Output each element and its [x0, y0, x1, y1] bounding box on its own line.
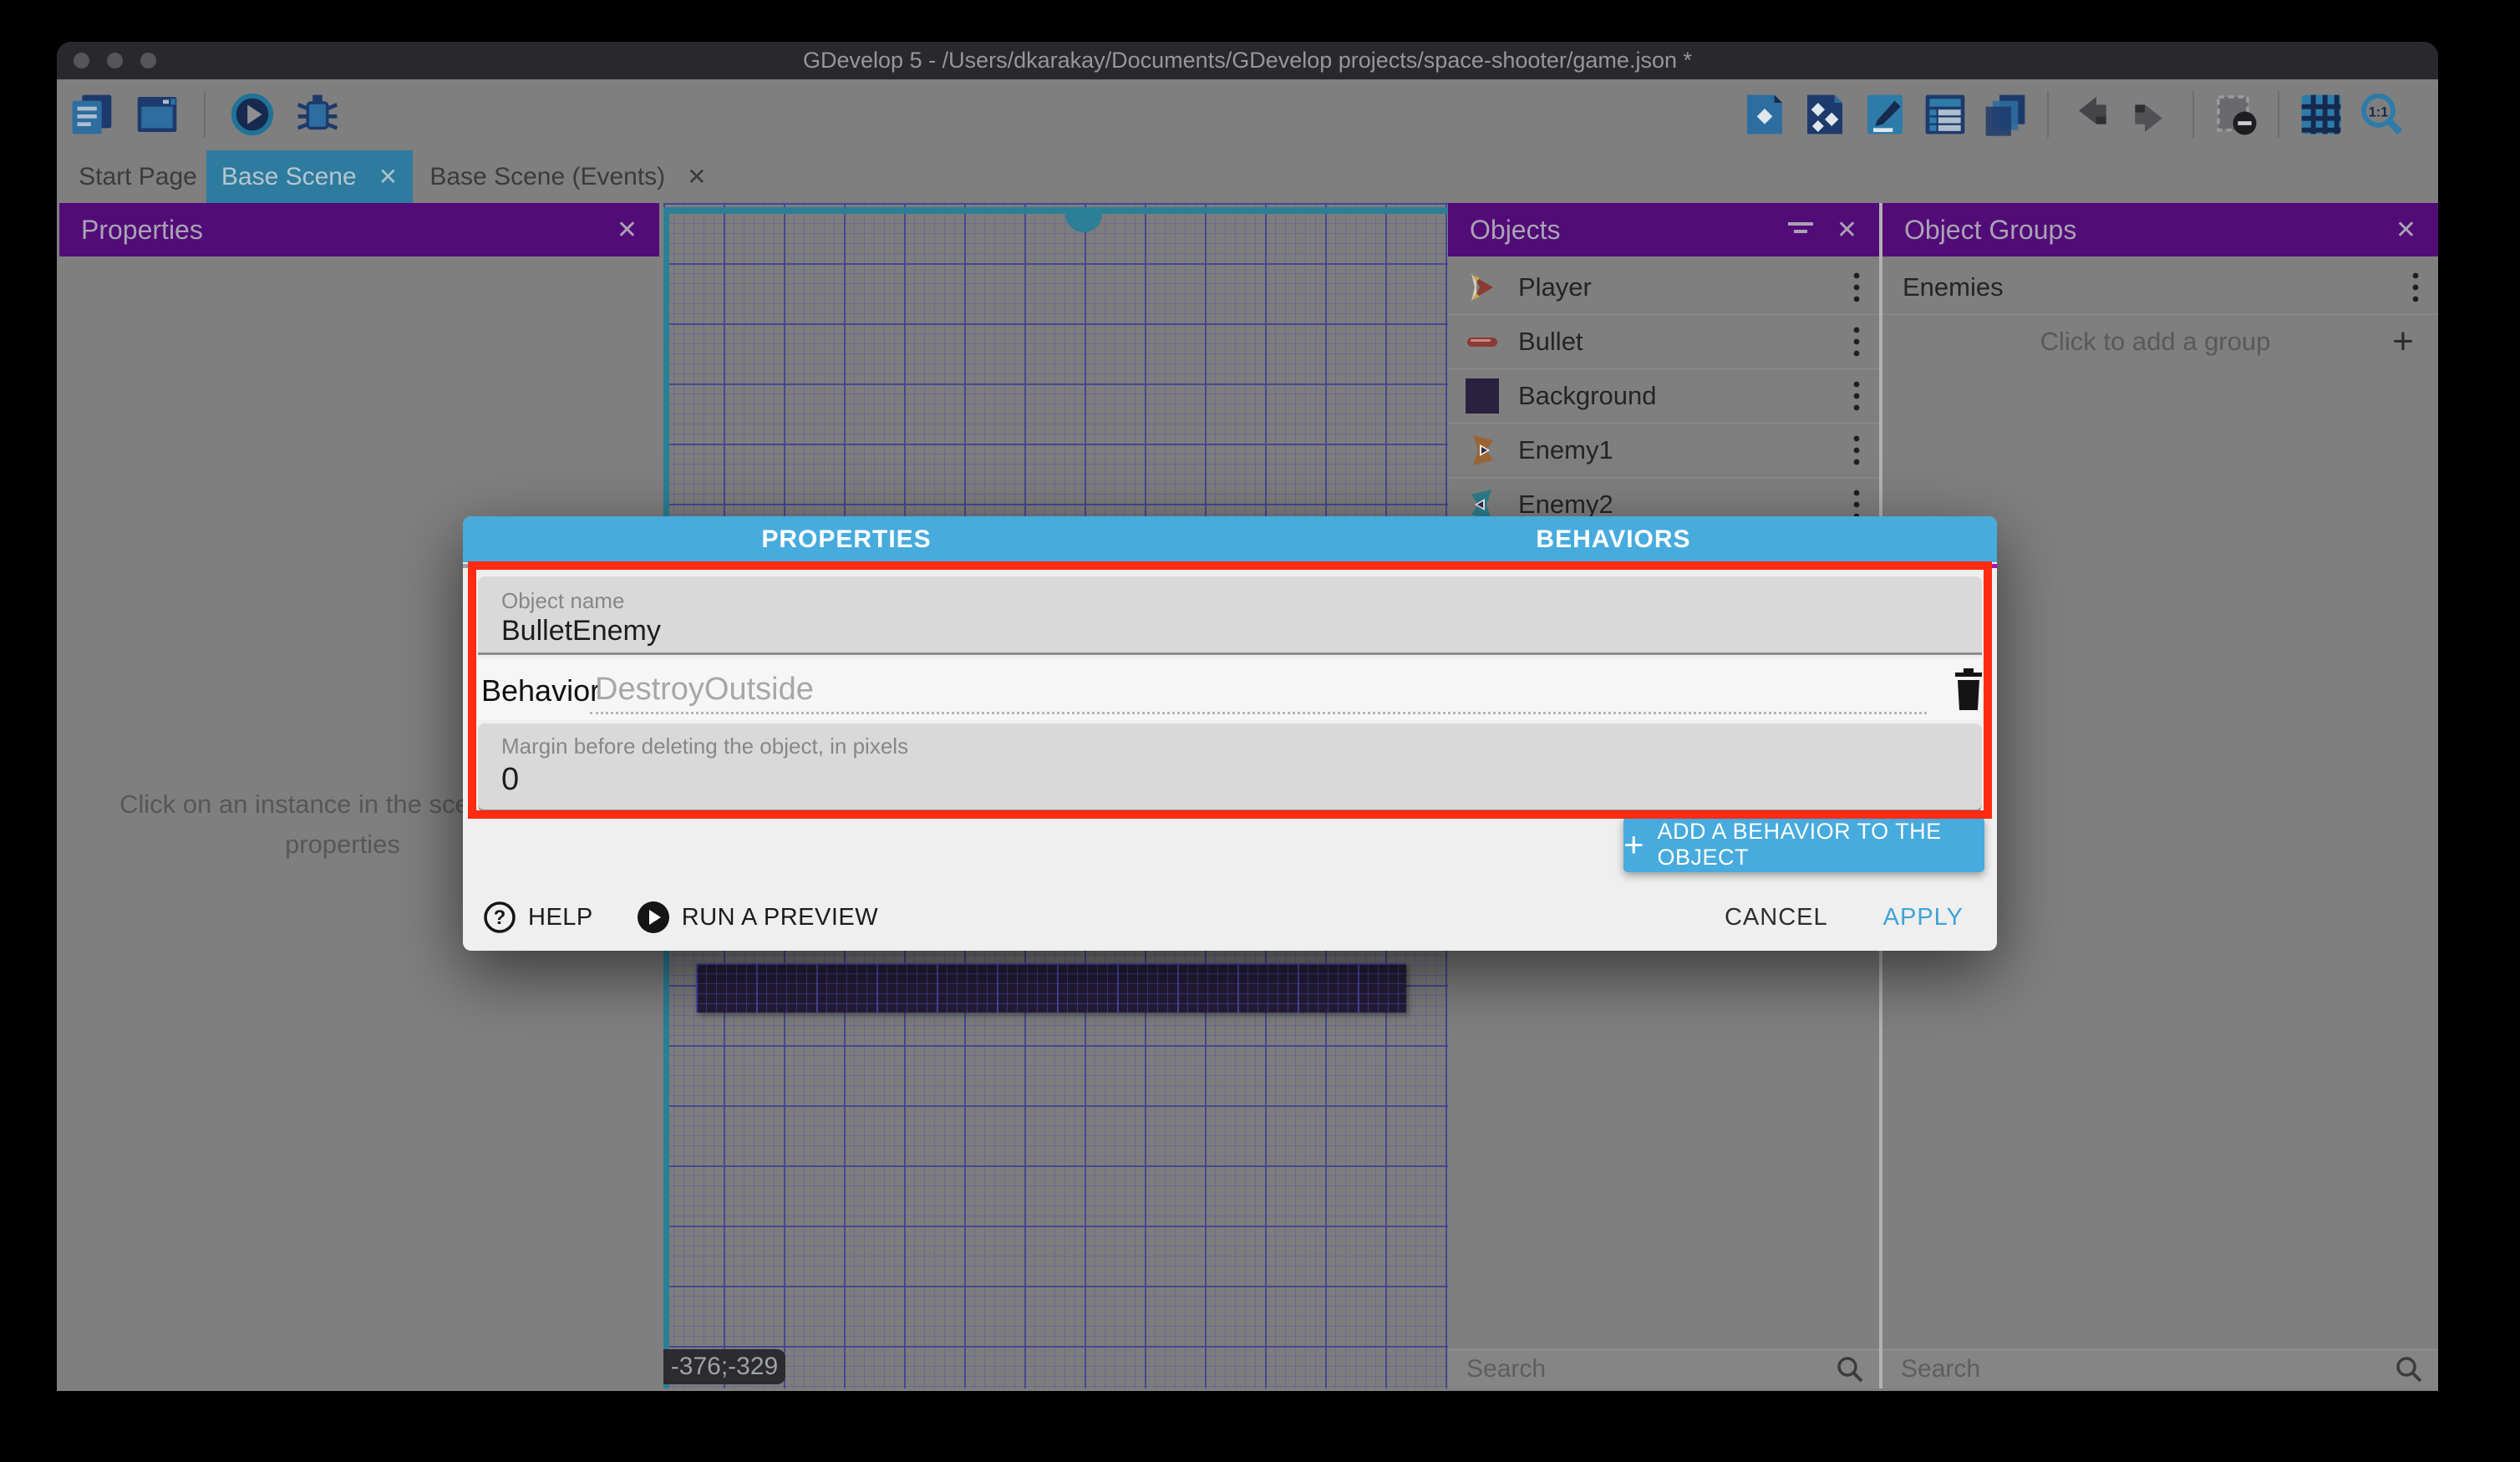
margin-field[interactable]: Margin before deleting the object, in pi… [478, 723, 1982, 812]
behavior-row: Behavior DestroyOutside [478, 658, 1982, 720]
objects-search-input[interactable] [1465, 1354, 1836, 1384]
toolbar-separator [2278, 91, 2279, 138]
dialog-actions: ? HELP RUN A PREVIEW CANCEL APPLY [483, 896, 1964, 938]
dialog-tab-bar: PROPERTIES BEHAVIORS [463, 516, 1997, 562]
empty-properties-message: Click on an instance in the scene [119, 789, 498, 820]
debug-icon[interactable] [294, 91, 341, 138]
object-editor-dialog: PROPERTIES BEHAVIORS Object name Behavio… [463, 516, 1997, 951]
close-icon[interactable]: ✕ [2396, 216, 2416, 245]
search-icon [2395, 1355, 2423, 1383]
group-menu-icon[interactable] [2411, 271, 2420, 304]
dialog-tab-properties[interactable]: PROPERTIES [463, 516, 1230, 562]
object-name-label: Object name [501, 588, 624, 614]
add-behavior-button[interactable]: + ADD A BEHAVIOR TO THE OBJECT [1623, 817, 1984, 872]
filter-icon[interactable] [1786, 217, 1815, 242]
toggle-mask-icon[interactable] [2213, 91, 2259, 138]
tab-indicator-inactive [463, 564, 1230, 568]
object-row-background[interactable]: Background [1448, 368, 1879, 424]
dialog-tab-behaviors[interactable]: BEHAVIORS [1230, 516, 1997, 562]
empty-properties-message: properties [285, 830, 400, 860]
panel-title: Objects [1470, 215, 1786, 246]
margin-input[interactable] [501, 762, 1922, 798]
tab-base-scene-events[interactable]: Base Scene (Events) ✕ [418, 150, 719, 203]
object-menu-icon[interactable] [1852, 434, 1861, 467]
bullet-object-icon [1463, 322, 1501, 361]
scene-window-handle[interactable] [1065, 214, 1102, 232]
groups-search-bar [1882, 1349, 2438, 1388]
panel-title: Properties [81, 215, 617, 246]
search-icon [1836, 1355, 1864, 1383]
zoom-reset-icon[interactable]: 1:1 [2358, 91, 2405, 138]
objects-panel-header: Objects ✕ [1448, 203, 1879, 256]
zoom-window-button[interactable] [140, 53, 156, 69]
behavior-name-value[interactable]: DestroyOutside [595, 672, 814, 708]
objects-search-bar [1448, 1349, 1879, 1388]
delete-behavior-icon[interactable] [1950, 667, 1987, 712]
object-row-enemy1[interactable]: Enemy1 [1448, 423, 1879, 478]
panel-title: Object Groups [1904, 215, 2396, 246]
toolbar-separator [2192, 91, 2194, 138]
behavior-label: Behavior [481, 673, 600, 708]
edit-objects-icon[interactable] [1741, 91, 1788, 138]
group-row-enemies[interactable]: Enemies [1882, 260, 2438, 315]
close-icon[interactable]: ✕ [617, 216, 638, 245]
edit-scene-properties-icon[interactable] [1862, 91, 1908, 138]
object-menu-icon[interactable] [1852, 325, 1861, 358]
minimize-window-button[interactable] [107, 53, 123, 69]
object-menu-icon[interactable] [1852, 271, 1861, 304]
player-object-icon [1463, 268, 1501, 307]
tab-base-scene[interactable]: Base Scene ✕ [206, 150, 413, 203]
margin-label: Margin before deleting the object, in pi… [501, 734, 908, 759]
properties-panel-header: Properties ✕ [59, 203, 659, 256]
edit-object-groups-icon[interactable] [1801, 91, 1848, 138]
close-icon[interactable]: ✕ [1837, 216, 1857, 245]
redo-icon[interactable] [2127, 91, 2174, 138]
close-tab-icon[interactable]: ✕ [687, 163, 706, 190]
open-events-icon[interactable] [1922, 91, 1969, 138]
apply-button[interactable]: APPLY [1883, 904, 1964, 932]
instances-list-icon[interactable] [1982, 91, 2029, 138]
main-toolbar: 1:1 [57, 79, 2438, 150]
object-row-bullet[interactable]: Bullet [1448, 314, 1879, 369]
toggle-grid-icon[interactable] [2298, 91, 2345, 138]
groups-search-input[interactable] [1899, 1354, 2395, 1384]
play-icon [637, 901, 670, 934]
object-row-player[interactable]: Player [1448, 260, 1879, 315]
close-tab-icon[interactable]: ✕ [379, 163, 398, 190]
help-icon: ? [483, 901, 516, 934]
background-object-instance[interactable] [696, 963, 1406, 1013]
close-window-button[interactable] [74, 53, 89, 69]
enemy1-object-icon [1463, 431, 1501, 470]
start-page-icon[interactable] [134, 91, 180, 138]
object-name-field[interactable]: Object name [478, 576, 1982, 655]
tab-start-page[interactable]: Start Page [75, 150, 201, 203]
run-preview-button[interactable]: RUN A PREVIEW [637, 901, 878, 934]
object-menu-icon[interactable] [1852, 379, 1861, 413]
object-groups-panel-header: Object Groups ✕ [1882, 203, 2438, 256]
undo-icon[interactable] [2067, 91, 2114, 138]
titlebar: GDevelop 5 - /Users/dkarakay/Documents/G… [57, 42, 2438, 79]
background-object-icon [1463, 377, 1501, 415]
object-name-input[interactable] [501, 615, 1922, 647]
cursor-coordinates-badge: -376;-329 [663, 1349, 785, 1384]
toolbar-separator [2047, 91, 2049, 138]
editor-tabs: Start Page Base Scene ✕ Base Scene (Even… [57, 150, 2438, 203]
behavior-underline [590, 712, 1927, 714]
add-group-icon[interactable]: + [2378, 321, 2428, 363]
svg-text:1:1: 1:1 [2369, 104, 2389, 119]
help-button[interactable]: ? HELP [483, 901, 593, 934]
run-preview-icon[interactable] [229, 91, 276, 138]
project-manager-icon[interactable] [69, 91, 115, 138]
cancel-button[interactable]: CANCEL [1725, 904, 1828, 932]
svg-text:?: ? [494, 906, 506, 929]
screen: GDevelop 5 - /Users/dkarakay/Documents/G… [0, 0, 2520, 1462]
add-group-row[interactable]: Click to add a group + [1882, 314, 2438, 369]
tab-indicator-active [1230, 564, 1997, 568]
scene-window-top-border [663, 207, 1448, 214]
window-title: GDevelop 5 - /Users/dkarakay/Documents/G… [57, 42, 2438, 79]
traffic-lights [74, 53, 156, 69]
toolbar-separator [204, 91, 206, 138]
